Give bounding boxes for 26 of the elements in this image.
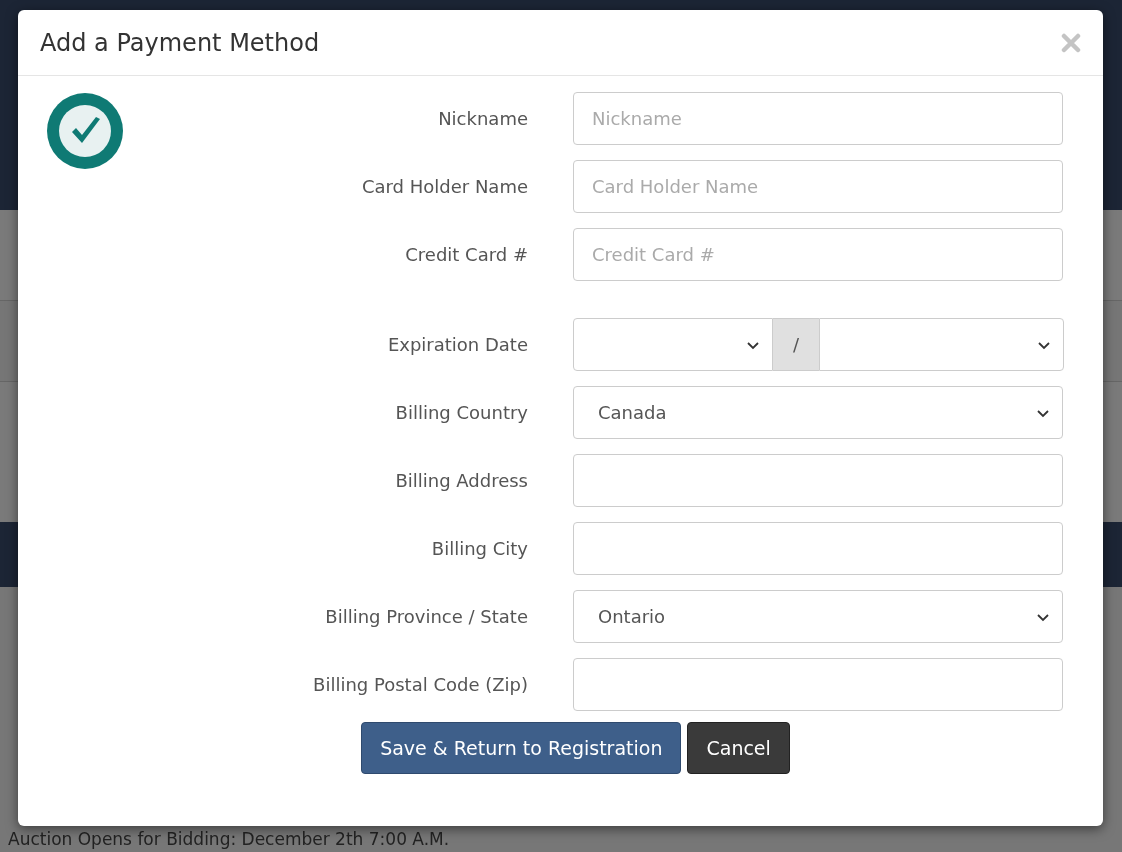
text-field[interactable]	[573, 522, 1063, 575]
field-label: Expiration Date	[386, 334, 528, 355]
text-field[interactable]: Card Holder Name	[573, 160, 1063, 213]
month-select[interactable]	[573, 318, 773, 371]
field-label: Billing Country	[394, 402, 528, 423]
dialog-title: Add a Payment Method	[40, 28, 320, 57]
text-field[interactable]	[573, 658, 1063, 711]
text-field[interactable]: Nickname	[573, 92, 1063, 145]
select-field[interactable]: Canada	[573, 386, 1063, 439]
field-label: Nickname	[437, 108, 528, 129]
field-label: Billing City	[430, 538, 528, 559]
pci-compliant-logo-icon	[46, 92, 124, 170]
separator-addon: /	[773, 318, 819, 371]
field-label: Card Holder Name	[360, 176, 528, 197]
close-icon[interactable]	[1061, 32, 1081, 53]
text-field[interactable]	[573, 454, 1063, 507]
field-label: Billing Postal Code (Zip)	[312, 674, 528, 695]
save-button[interactable]: Save & Return to Registration	[361, 722, 682, 774]
text-field[interactable]: Credit Card #	[573, 228, 1063, 281]
auction-date-text: Auction Opens for Bidding: December 2th 7:00 A.M.	[8, 829, 450, 849]
field-label: Credit Card #	[404, 244, 528, 265]
field-label: Billing Province / State	[324, 606, 528, 627]
field-label: Billing Address	[394, 470, 528, 491]
select-field[interactable]: Ontario	[573, 590, 1063, 643]
year-select[interactable]	[819, 318, 1064, 371]
cancel-button[interactable]: Cancel	[687, 722, 790, 774]
